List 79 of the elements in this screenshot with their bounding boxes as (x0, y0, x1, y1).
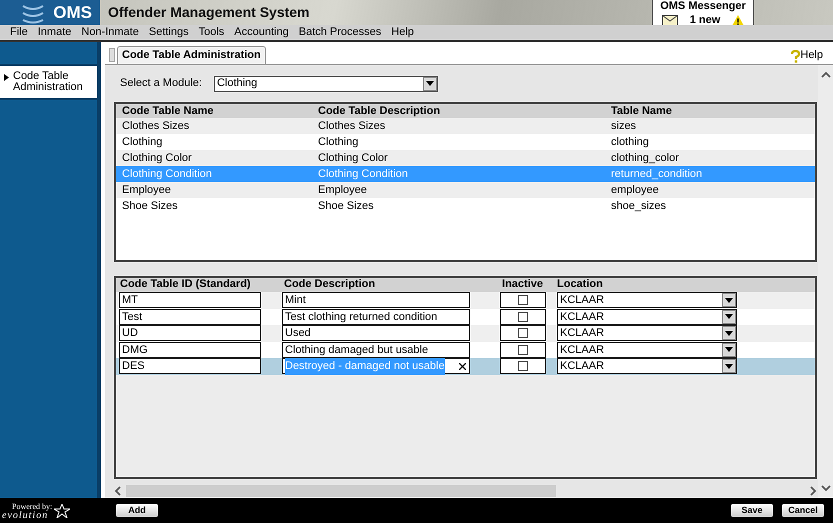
menu-item[interactable]: Settings (148, 24, 189, 41)
column-header: Code Description (283, 276, 376, 292)
description-field[interactable]: Test clothing returned condition (282, 308, 470, 325)
code-id-field[interactable]: UD (119, 325, 261, 342)
table-row[interactable]: DMG Clothing damaged but usable KCLAAR (116, 342, 815, 358)
sidebar-item[interactable]: Code Table Administration (0, 64, 97, 100)
description-field[interactable]: Mint (282, 292, 470, 308)
table-row[interactable]: DES Destroyed - damaged not usable KCLAAR (116, 358, 815, 374)
table-cell-text: Clothing (317, 134, 360, 150)
table-cell-text: clothing (610, 134, 650, 150)
description-field[interactable]: Clothing damaged but usable (282, 342, 470, 358)
menu-item[interactable]: Help (391, 24, 414, 41)
table-cell-text: Shoe Sizes (317, 198, 375, 214)
menu-item[interactable]: Non-Inmate (81, 24, 139, 41)
question-icon (791, 50, 800, 63)
location-select[interactable]: KCLAAR (557, 358, 737, 374)
star-icon (54, 504, 70, 518)
column-header: Code Table Description (317, 104, 442, 119)
table-cell-text: Employee (121, 182, 172, 198)
app-title: Offender Management System (108, 3, 310, 22)
module-label: Select a Module: (120, 76, 202, 92)
location-select[interactable]: KCLAAR (557, 292, 737, 308)
location-select[interactable]: KCLAAR (557, 308, 737, 325)
scroll-down-icon[interactable] (820, 484, 830, 492)
table-cell-text: returned_condition (610, 166, 704, 182)
table-cell-text: Clothing Condition (317, 166, 409, 182)
column-header: Code Table ID (Standard) (119, 276, 252, 292)
description-field[interactable]: Used (282, 325, 470, 342)
location-select[interactable]: KCLAAR (557, 342, 737, 358)
module-select[interactable]: Clothing (214, 76, 438, 92)
code-id-field[interactable]: MT (119, 292, 261, 308)
messenger-title: OMS Messenger (660, 0, 746, 12)
table-row[interactable]: Test Test clothing returned condition KCLAAR (116, 308, 815, 325)
scroll-up-icon[interactable] (820, 71, 830, 79)
code-id-field[interactable]: DMG (119, 342, 261, 358)
menu-item[interactable]: Tools (198, 24, 224, 41)
location-select[interactable]: KCLAAR (557, 325, 737, 342)
table-cell-text: Employee (317, 182, 368, 198)
menu-item[interactable]: Accounting (234, 24, 289, 41)
warning-icon (732, 14, 744, 26)
table-cell-text: Clothing Condition (121, 166, 213, 182)
message-count: 1 new (690, 13, 720, 28)
envelope-icon (662, 14, 678, 26)
table-cell-text: Shoe Sizes (121, 198, 179, 214)
scroll-left-icon[interactable] (114, 486, 122, 496)
menu-item[interactable]: Batch Processes (298, 24, 382, 41)
column-header: Inactive (501, 276, 544, 292)
scroll-right-icon[interactable] (809, 486, 817, 496)
table-cell-text: clothing_color (610, 150, 680, 166)
horizontal-scrollbar[interactable] (114, 483, 817, 498)
code-id-field[interactable]: Test (119, 308, 261, 325)
add-button[interactable]: Add (116, 504, 158, 517)
table-cell-text: employee (610, 182, 660, 198)
table-cell-text: Clothing Color (317, 150, 389, 166)
help-link[interactable]: Help (791, 46, 833, 64)
messenger-panel[interactable]: OMS Messenger 1 new (652, 0, 754, 25)
vendor-logo: Powered by: evolution (0, 502, 116, 520)
column-header: Code Table Name (121, 104, 214, 119)
column-header: Table Name (610, 104, 673, 119)
arrow-icon (4, 74, 9, 81)
table-cell-text: shoe_sizes (610, 198, 668, 214)
table-cell-text: Clothes Sizes (317, 118, 386, 134)
tab[interactable]: Code Table Administration (117, 46, 266, 64)
menu-item[interactable]: File (10, 24, 28, 41)
footer-button[interactable]: Cancel (782, 504, 824, 517)
column-header: Location (556, 276, 604, 292)
table-cell-text: Clothing Color (121, 150, 193, 166)
table-row[interactable]: Clothes Sizes Clothes Sizes sizes (116, 118, 815, 134)
footer-button[interactable]: Save (731, 504, 773, 517)
clear-icon[interactable] (459, 362, 466, 370)
table-cell-text: Clothes Sizes (121, 118, 190, 134)
menu-item[interactable]: Inmate (38, 24, 72, 41)
code-id-field[interactable]: DES (119, 358, 261, 374)
app-logo: OMS (0, 0, 100, 25)
vertical-scrollbar[interactable] (818, 65, 833, 498)
table-cell-text: Clothing (121, 134, 164, 150)
table-cell-text: sizes (610, 118, 638, 134)
table-row[interactable]: Employee Employee employee (116, 182, 815, 198)
table-row[interactable]: Clothing Color Clothing Color clothing_color (116, 150, 815, 166)
